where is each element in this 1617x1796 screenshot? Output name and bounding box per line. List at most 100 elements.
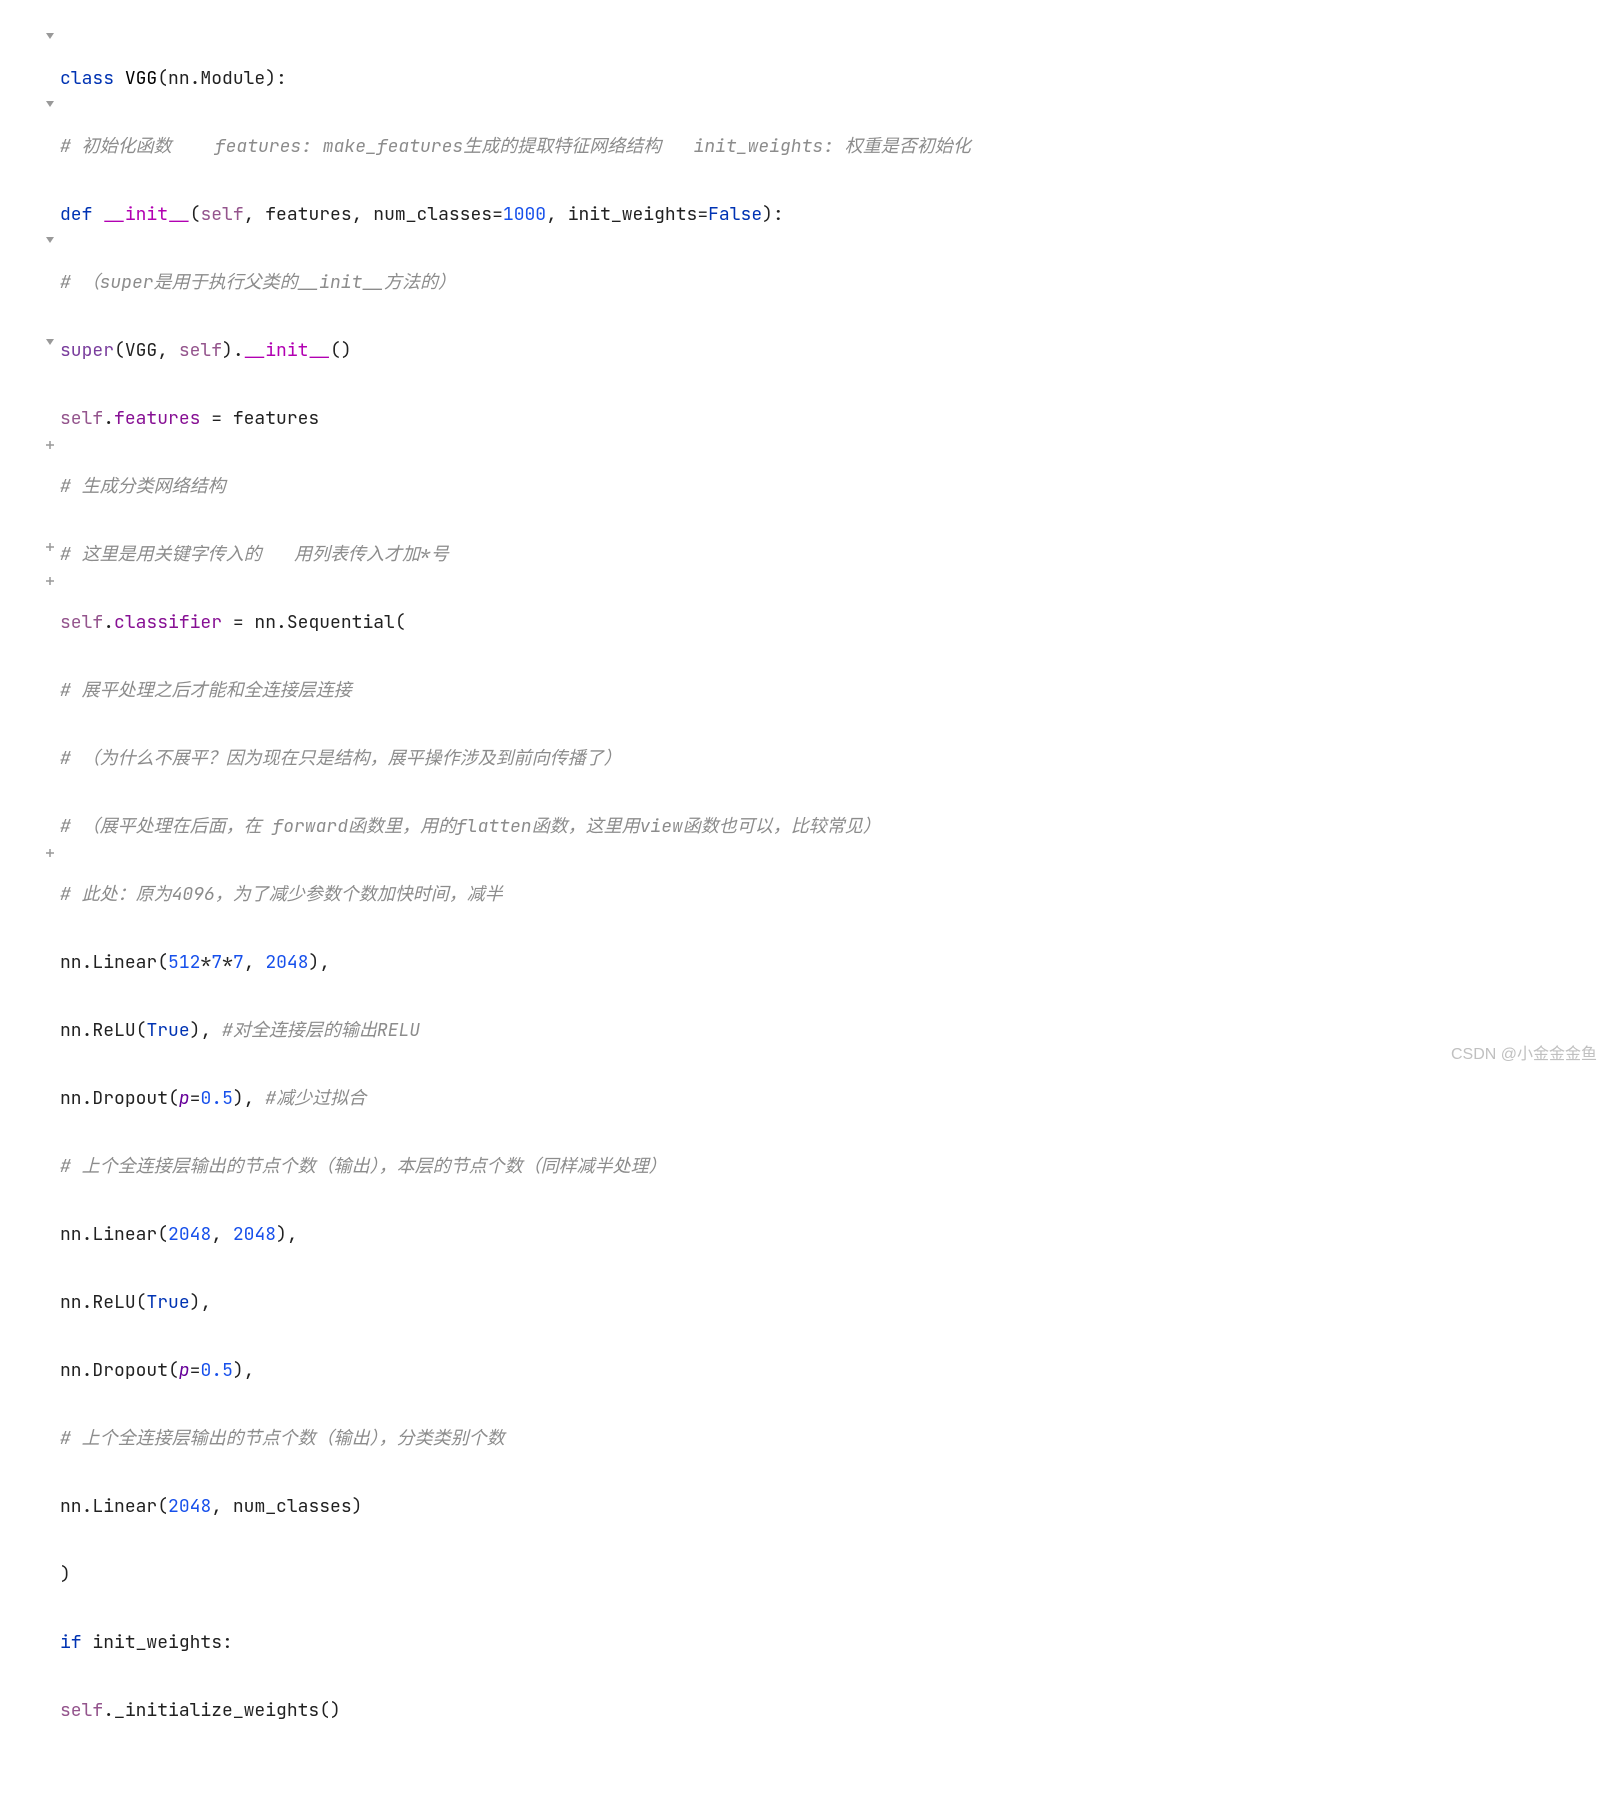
number: 2048 [168,1490,211,1524]
ident: features [233,402,319,436]
keyword-if: if [60,1626,82,1660]
code-line: nn.ReLU(True), [60,1286,1617,1320]
code-line: self.classifier = nn.Sequential( [60,606,1617,640]
number: 7 [211,946,222,980]
comment: # 生成分类网络结构 [60,470,226,504]
module: nn [60,1218,82,1252]
comment: # （展平处理在后面，在 forward函数里，用的flatten函数，这里用v… [60,810,881,844]
code-line: # 上个全连接层输出的节点个数（输出），分类类别个数 [60,1422,1617,1456]
module: nn [60,1014,82,1048]
self: self [179,334,222,368]
module: nn [60,1082,82,1116]
attr: features [114,402,200,436]
comment: # 上个全连接层输出的节点个数（输出），本层的节点个数（同样减半处理） [60,1150,667,1184]
code-line: # （super是用于执行父类的__init__方法的） [60,266,1617,300]
param: num_classes [373,198,492,232]
class-name: VGG [125,62,157,96]
code-line: nn.Dropout(p=0.5), #减少过拟合 [60,1082,1617,1116]
fold-icon[interactable] [45,542,57,554]
fold-icon[interactable] [45,100,57,112]
bool: False [708,198,762,232]
code-line: # 生成分类网络结构 [60,470,1617,504]
comment: # 上个全连接层输出的节点个数（输出），分类类别个数 [60,1422,505,1456]
attr: classifier [114,606,222,640]
call: Sequential [287,606,395,640]
builtin: super [60,334,114,368]
kwarg: p [179,1082,190,1116]
code-line: if init_weights: [60,1626,1617,1660]
module: nn [60,1490,82,1524]
number: 0.5 [200,1354,232,1388]
fold-icon[interactable] [45,848,57,860]
comment: # （为什么不展平？因为现在只是结构，展平操作涉及到前向传播了） [60,742,622,776]
module: nn [60,1286,82,1320]
code-line: # 这里是用关键字传入的 用列表传入才加*号 [60,538,1617,572]
fold-icon[interactable] [45,576,57,588]
code-line: ) [60,1558,1617,1592]
code-line: self._initialize_weights() [60,1694,1617,1728]
module: nn [254,606,276,640]
bool: True [146,1014,189,1048]
module: nn [60,946,82,980]
fold-icon[interactable] [45,440,57,452]
call: Linear [92,1490,157,1524]
gutter [0,0,60,1074]
call: Linear [92,946,157,980]
fold-icon[interactable] [45,236,57,248]
ident: num_classes [233,1490,352,1524]
call: Linear [92,1218,157,1252]
code-line: nn.Linear(512*7*7, 2048), [60,946,1617,980]
code-line: nn.Linear(2048, 2048), [60,1218,1617,1252]
base-class: nn.Module [168,62,265,96]
call: ReLU [92,1286,135,1320]
code-line: class VGG(nn.Module): [60,62,1617,96]
comment: # （super是用于执行父类的__init__方法的） [60,266,456,300]
watermark: CSDN @小金金金鱼 [1451,1040,1597,1064]
paren-close: ) [60,1558,71,1592]
code-line: nn.ReLU(True), #对全连接层的输出RELU [60,1014,1617,1048]
code-line: # （展平处理在后面，在 forward函数里，用的flatten函数，这里用v… [60,810,1617,844]
comment: #减少过拟合 [265,1082,366,1116]
number: 7 [233,946,244,980]
code-line: nn.Dropout(p=0.5), [60,1354,1617,1388]
dunder: __init__ [244,334,330,368]
self: self [60,606,103,640]
param: features [265,198,351,232]
code-line: # （为什么不展平？因为现在只是结构，展平操作涉及到前向传播了） [60,742,1617,776]
kwarg: p [179,1354,190,1388]
comment: # 这里是用关键字传入的 用列表传入才加*号 [60,538,449,572]
self: self [60,1694,103,1728]
call: ReLU [92,1014,135,1048]
code-line: self.features = features [60,402,1617,436]
param-self: self [200,198,243,232]
number: 0.5 [200,1082,232,1116]
code-line: nn.Linear(2048, num_classes) [60,1490,1617,1524]
code-line: # 此处：原为4096，为了减少参数个数加快时间，减半 [60,878,1617,912]
code-line: # 初始化函数 features: make_features生成的提取特征网络… [60,130,1617,164]
number: 512 [168,946,200,980]
keyword-def: def [60,198,92,232]
code-line: # 上个全连接层输出的节点个数（输出），本层的节点个数（同样减半处理） [60,1150,1617,1184]
call: Dropout [92,1082,168,1116]
self: self [60,402,103,436]
number: 2048 [168,1218,211,1252]
class-ref: VGG [125,334,157,368]
number: 1000 [503,198,546,232]
bool: True [146,1286,189,1320]
code-line: def __init__(self, features, num_classes… [60,198,1617,232]
code-editor: class VGG(nn.Module): # 初始化函数 features: … [0,0,1617,1074]
comment: # 展平处理之后才能和全连接层连接 [60,674,352,708]
fold-icon[interactable] [45,338,57,350]
fold-icon[interactable] [45,32,57,44]
number: 2048 [265,946,308,980]
code-area[interactable]: class VGG(nn.Module): # 初始化函数 features: … [60,0,1617,1074]
comment: # 此处：原为4096，为了减少参数个数加快时间，减半 [60,878,503,912]
call: Dropout [92,1354,168,1388]
code-line: # 展平处理之后才能和全连接层连接 [60,674,1617,708]
method-name: __init__ [103,198,189,232]
param: init_weights [568,198,698,232]
code-line: super(VGG, self).__init__() [60,334,1617,368]
keyword-class: class [60,62,114,96]
number: 2048 [233,1218,276,1252]
comment: # 初始化函数 features: make_features生成的提取特征网络… [60,130,971,164]
